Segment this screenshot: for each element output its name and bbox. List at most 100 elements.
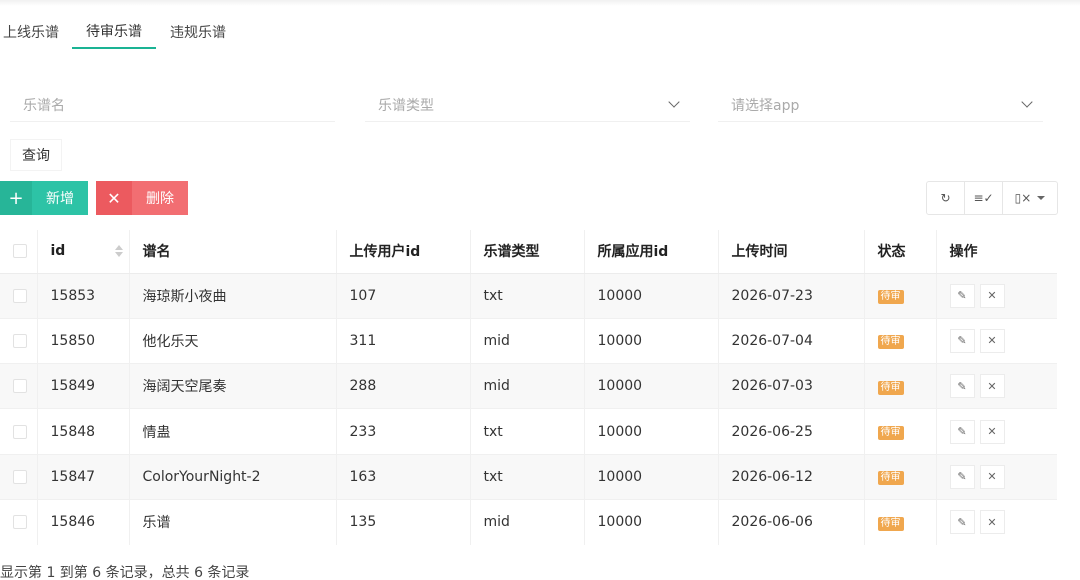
table-row: 15849 海阔天空尾奏 288 mid 10000 2026-07-03 待审…: [0, 363, 1057, 409]
delete-button-label: 删除: [146, 191, 174, 207]
cell-id: 15849: [37, 363, 130, 409]
remove-button[interactable]: ✕: [979, 510, 1005, 535]
cell-actions: ✎ ✕: [936, 363, 1057, 409]
cell-id: 15853: [37, 272, 130, 319]
cell-type: txt: [470, 408, 585, 455]
chevron-down-icon: [1021, 96, 1033, 108]
cell-app-id: 10000: [584, 272, 719, 319]
cell-app-id: 10000: [584, 453, 719, 500]
cell-actions: ✎ ✕: [936, 272, 1057, 319]
cell-name: ColorYourNight-2: [129, 453, 337, 500]
row-checkbox-cell: [0, 453, 38, 500]
export-dropdown[interactable]: ▯×: [1003, 182, 1057, 214]
header-user-id: 上传用户id: [336, 230, 471, 274]
score-name-input[interactable]: 乐谱名: [10, 88, 335, 122]
row-checkbox[interactable]: [13, 469, 27, 484]
query-button[interactable]: 查询: [10, 139, 62, 171]
header-name: 谱名: [129, 230, 337, 274]
tab-pending-scores[interactable]: 待审乐谱: [72, 14, 156, 49]
status-badge: 待审: [877, 426, 904, 441]
header-status: 状态: [864, 230, 937, 274]
row-checkbox[interactable]: [13, 424, 27, 439]
cell-app-id: 10000: [584, 363, 719, 409]
row-checkbox[interactable]: [13, 379, 27, 394]
delete-button[interactable]: ✕ 删除: [96, 181, 188, 215]
refresh-button[interactable]: ↻: [927, 182, 965, 214]
pagination-summary: 显示第 1 到第 6 条记录，总共 6 条记录: [0, 565, 250, 580]
cell-name: 海阔天空尾奏: [129, 363, 337, 409]
columns-icon: ≡✓: [973, 191, 994, 205]
cell-actions: ✎ ✕: [936, 317, 1057, 364]
score-type-select[interactable]: 乐谱类型: [365, 88, 690, 122]
remove-button[interactable]: ✕: [979, 283, 1005, 308]
select-all-cell: [0, 230, 38, 274]
cell-user-id: 107: [336, 272, 471, 319]
edit-button[interactable]: ✎: [949, 419, 975, 444]
remove-button[interactable]: ✕: [979, 328, 1005, 353]
cell-type: txt: [470, 453, 585, 500]
edit-button[interactable]: ✎: [949, 283, 975, 308]
edit-button[interactable]: ✎: [949, 374, 975, 399]
cell-app-id: 10000: [584, 498, 719, 545]
cell-user-id: 135: [336, 498, 471, 545]
plus-icon: +: [0, 181, 32, 215]
edit-button[interactable]: ✎: [949, 328, 975, 353]
edit-button[interactable]: ✎: [949, 510, 975, 535]
cell-status: 待审: [864, 498, 937, 545]
cell-name: 海琼斯小夜曲: [129, 272, 337, 319]
cell-status: 待审: [864, 408, 937, 455]
cell-app-id: 10000: [584, 317, 719, 364]
table-row: 15853 海琼斯小夜曲 107 txt 10000 2026-07-23 待审…: [0, 272, 1057, 319]
cell-type: mid: [470, 317, 585, 364]
status-badge: 待审: [877, 290, 904, 305]
cell-time: 2026-06-25: [718, 408, 865, 455]
status-badge: 待审: [877, 380, 904, 395]
cell-id: 15846: [37, 498, 130, 545]
tab-bar: 上线乐谱 待审乐谱 违规乐谱: [0, 14, 240, 50]
header-app-id: 所属应用id: [584, 230, 719, 274]
cell-status: 待审: [864, 363, 937, 409]
add-button[interactable]: + 新增: [0, 181, 88, 215]
row-checkbox-cell: [0, 498, 38, 545]
cell-status: 待审: [864, 317, 937, 364]
cell-type: mid: [470, 363, 585, 409]
cell-id: 15848: [37, 408, 130, 455]
scores-table: id 谱名 上传用户id 乐谱类型 所属应用id 上传时间 状态 操作 1585…: [0, 230, 1057, 545]
columns-button[interactable]: ≡✓: [965, 182, 1003, 214]
cell-time: 2026-07-04: [718, 317, 865, 364]
cell-status: 待审: [864, 453, 937, 500]
remove-button[interactable]: ✕: [979, 374, 1005, 399]
app-select[interactable]: 请选择app: [718, 88, 1043, 122]
sort-icon[interactable]: [115, 245, 124, 258]
header-upload-time: 上传时间: [718, 230, 865, 274]
edit-button[interactable]: ✎: [949, 464, 975, 489]
cell-time: 2026-06-06: [718, 498, 865, 545]
remove-button[interactable]: ✕: [979, 419, 1005, 444]
tab-online-scores[interactable]: 上线乐谱: [0, 14, 72, 49]
cell-actions: ✎ ✕: [936, 453, 1057, 500]
cell-type: mid: [470, 498, 585, 545]
cell-name: 乐谱: [129, 498, 337, 545]
row-checkbox[interactable]: [13, 333, 27, 348]
remove-button[interactable]: ✕: [979, 464, 1005, 489]
cell-id: 15850: [37, 317, 130, 364]
score-name-placeholder: 乐谱名: [23, 97, 65, 114]
header-id[interactable]: id: [37, 230, 130, 274]
cell-name: 情蛊: [129, 408, 337, 455]
cell-actions: ✎ ✕: [936, 408, 1057, 455]
cell-type: txt: [470, 272, 585, 319]
row-checkbox-cell: [0, 317, 38, 364]
cell-id: 15847: [37, 453, 130, 500]
table-row: 15848 情蛊 233 txt 10000 2026-06-25 待审 ✎ ✕: [0, 408, 1057, 455]
cell-time: 2026-07-03: [718, 363, 865, 409]
row-checkbox[interactable]: [13, 515, 27, 530]
row-checkbox-cell: [0, 408, 38, 455]
row-checkbox[interactable]: [13, 288, 27, 303]
status-badge: 待审: [877, 335, 904, 350]
cell-name: 他化乐天: [129, 317, 337, 364]
table-row: 15847 ColorYourNight-2 163 txt 10000 202…: [0, 453, 1057, 500]
cell-actions: ✎ ✕: [936, 498, 1057, 545]
header-id-label: id: [50, 243, 66, 260]
select-all-checkbox[interactable]: [13, 244, 27, 259]
tab-violation-scores[interactable]: 违规乐谱: [156, 14, 240, 49]
